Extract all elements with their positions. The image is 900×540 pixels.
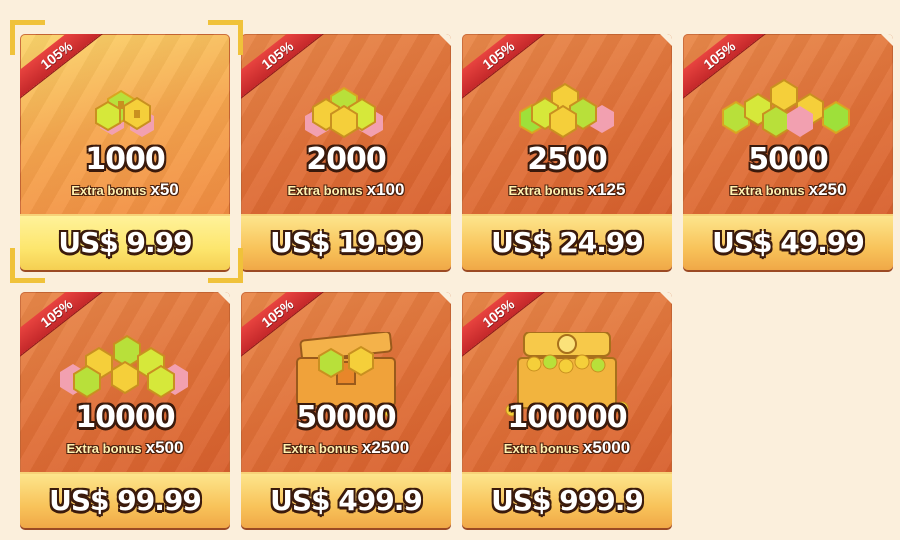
- extra-bonus-label: Extra bonus: [71, 183, 147, 198]
- card-corner-notch: [439, 292, 451, 304]
- extra-bonus: Extra bonus x50: [20, 180, 230, 200]
- coin-pack-card[interactable]: 105% 50000 Extra bonus x2500 US$ 499.9: [241, 292, 451, 528]
- coin-pack-card[interactable]: 105% 1000 Extra bonus x50 US$ 9.99: [20, 34, 230, 270]
- coin-pack-card[interactable]: 105% 10000 Extra bonus x500 US$ 99.99: [20, 292, 230, 528]
- coin-amount: 100000: [507, 400, 627, 435]
- card-corner-notch: [881, 34, 893, 46]
- price-button[interactable]: US$ 999.9: [462, 472, 672, 528]
- extra-bonus-multiplier: x500: [145, 438, 184, 457]
- card-corner-notch: [660, 292, 672, 304]
- card-corner-notch: [439, 34, 451, 46]
- extra-bonus-label: Extra bonus: [508, 183, 584, 198]
- price-button[interactable]: US$ 19.99: [241, 214, 451, 270]
- extra-bonus-label: Extra bonus: [66, 441, 142, 456]
- coin-pack-card[interactable]: 105% 2500 Extra bonus x125 US$ 24.99: [462, 34, 672, 270]
- extra-bonus: Extra bonus x500: [20, 438, 230, 458]
- extra-bonus: Extra bonus x100: [241, 180, 451, 200]
- coin-pack-card[interactable]: 105% 100000 Extra bonus x5000 US$ 999.9: [462, 292, 672, 528]
- card-corner-notch: [218, 292, 230, 304]
- card-corner-notch: [660, 34, 672, 46]
- coin-amount: 2000: [306, 142, 387, 177]
- coin-amount: 1000: [85, 142, 166, 177]
- extra-bonus-multiplier: x250: [808, 180, 847, 199]
- coin-amount: 5000: [748, 142, 829, 177]
- extra-bonus-multiplier: x125: [587, 180, 626, 199]
- extra-bonus-multiplier: x5000: [582, 438, 631, 457]
- price-button[interactable]: US$ 499.9: [241, 472, 451, 528]
- coin-shop-grid: 105% 1000 Extra bonusx50 US$ 9.99 105%: [0, 0, 900, 540]
- price-button[interactable]: US$ 24.99: [462, 214, 672, 270]
- extra-bonus-label: Extra bonus: [287, 183, 363, 198]
- price-button[interactable]: US$ 9.99: [20, 214, 230, 270]
- extra-bonus-label: Extra bonus: [503, 441, 579, 456]
- coin-amount: 2500: [527, 142, 608, 177]
- extra-bonus-multiplier: x50: [150, 180, 179, 199]
- price-button[interactable]: US$ 99.99: [20, 472, 230, 528]
- extra-bonus-multiplier: x100: [366, 180, 405, 199]
- coin-pack-card[interactable]: 105% 2000 Extra bonus x100 US$ 19.99: [241, 34, 451, 270]
- extra-bonus: Extra bonus x2500: [241, 438, 451, 458]
- coin-amount: 50000: [296, 400, 396, 435]
- extra-bonus-multiplier: x2500: [361, 438, 410, 457]
- extra-bonus-label: Extra bonus: [729, 183, 805, 198]
- extra-bonus: Extra bonus x125: [462, 180, 672, 200]
- coin-amount: 10000: [75, 400, 175, 435]
- extra-bonus: Extra bonus x5000: [462, 438, 672, 458]
- coin-pack-card[interactable]: 105% 5000 Extra bonus x250 US$ 49.99: [683, 34, 893, 270]
- price-button[interactable]: US$ 49.99: [683, 214, 893, 270]
- extra-bonus: Extra bonus x250: [683, 180, 893, 200]
- extra-bonus-label: Extra bonus: [282, 441, 358, 456]
